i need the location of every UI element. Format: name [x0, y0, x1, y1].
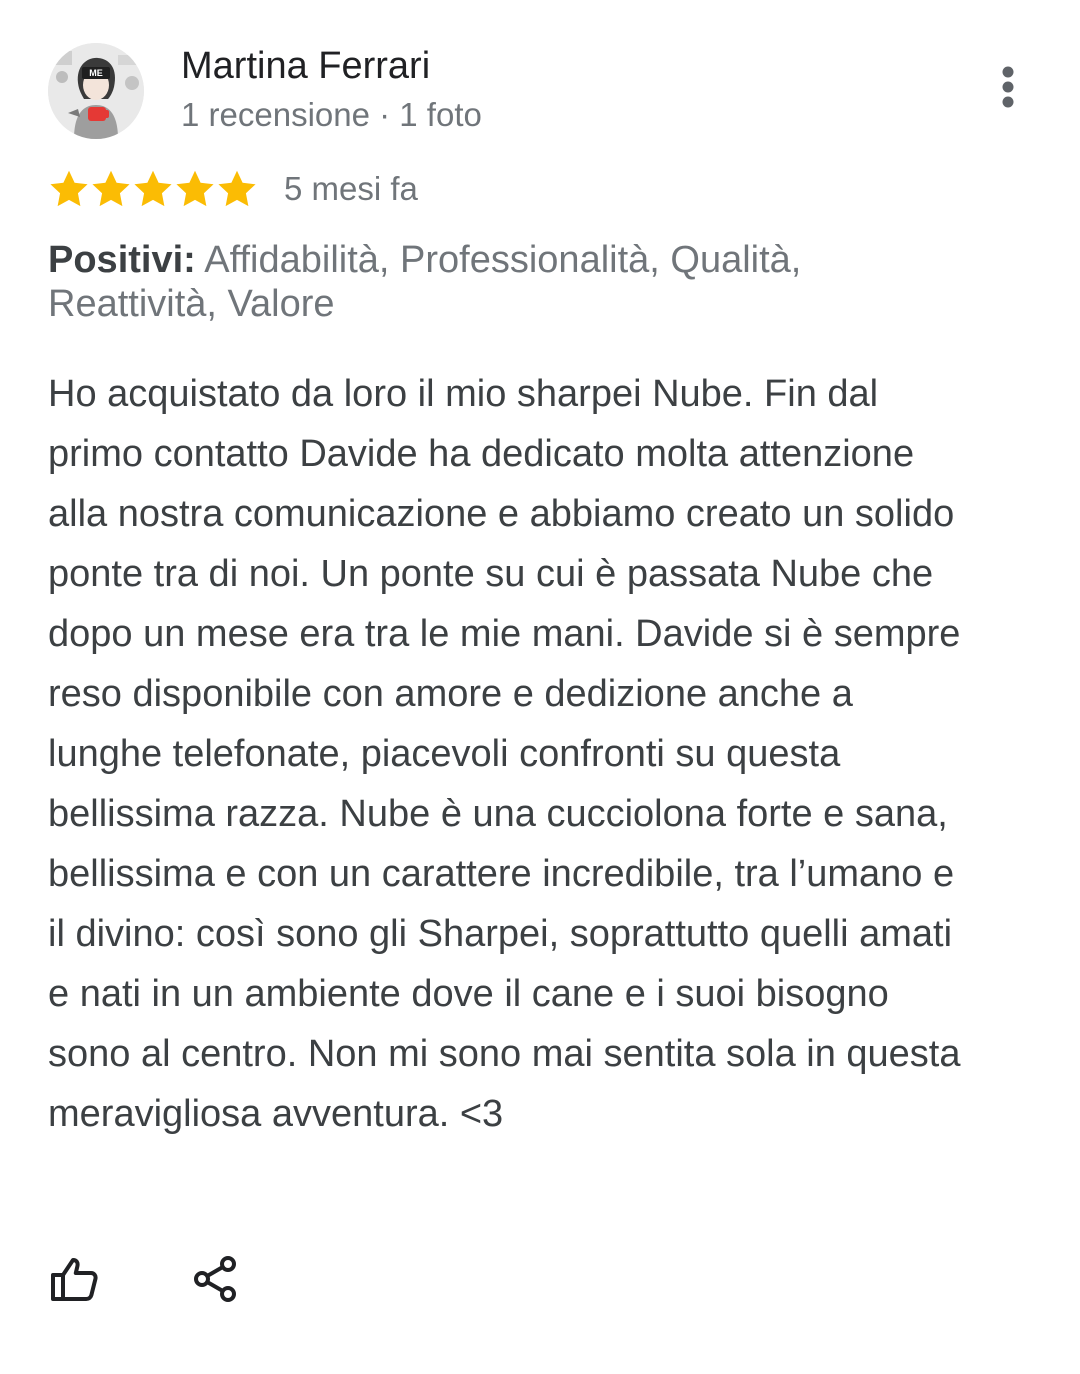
author-avatar[interactable]: ME [48, 43, 144, 139]
share-button[interactable] [188, 1252, 242, 1306]
review-attributes: Positivi: Affidabilità, Professionalità,… [48, 238, 948, 326]
star-icon [92, 170, 130, 207]
rating-row: 5 mesi fa [48, 164, 418, 214]
star-icon [218, 170, 256, 207]
author-name[interactable]: Martina Ferrari [181, 42, 430, 90]
star-rating [48, 168, 258, 210]
more-options-button[interactable] [986, 60, 1030, 114]
review-time: 5 mesi fa [284, 170, 418, 207]
attributes-label: Positivi: [48, 239, 196, 281]
star-icon [176, 170, 214, 207]
review-actions [48, 1252, 242, 1306]
thumb-up-icon [51, 1258, 98, 1301]
star-icon [134, 170, 172, 207]
author-meta: 1 recensione · 1 foto [181, 96, 482, 133]
more-vert-icon [1002, 66, 1014, 108]
star-icon [50, 170, 88, 207]
like-button[interactable] [48, 1252, 102, 1306]
review-text: Ho acquistato da loro il mio sharpei Nub… [48, 373, 961, 1135]
user-avatar-icon: ME [48, 43, 144, 139]
share-icon [194, 1256, 236, 1302]
review-card: ME Martina Ferrari 1 recensione · 1 foto… [0, 0, 1080, 1374]
avatar-badge: ME [89, 68, 103, 78]
